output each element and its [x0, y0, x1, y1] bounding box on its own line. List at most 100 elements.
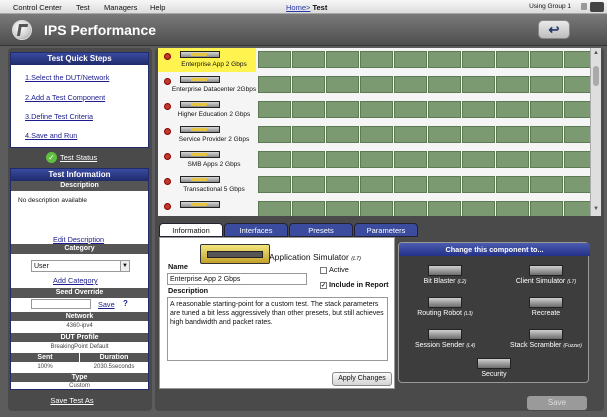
- interface-slot[interactable]: [462, 76, 495, 93]
- interface-slot[interactable]: [530, 176, 563, 193]
- interface-slot[interactable]: [462, 151, 495, 168]
- interface-slot[interactable]: [394, 76, 427, 93]
- interface-slot[interactable]: [292, 176, 325, 193]
- interface-slot[interactable]: [428, 51, 461, 68]
- step-define-criteria[interactable]: 3.Define Test Criteria: [25, 112, 93, 121]
- interface-slot[interactable]: [428, 201, 461, 216]
- interface-slot[interactable]: [326, 101, 359, 118]
- interface-slot[interactable]: [258, 176, 291, 193]
- menu-help[interactable]: Help: [150, 3, 165, 12]
- interface-slot[interactable]: [360, 51, 393, 68]
- interface-slot[interactable]: [360, 201, 393, 216]
- interface-slot[interactable]: [530, 126, 563, 143]
- interface-slot[interactable]: [326, 126, 359, 143]
- scroll-down-icon[interactable]: ▼: [592, 206, 600, 214]
- edit-description-link[interactable]: Edit Description: [53, 235, 104, 244]
- session-sender-option[interactable]: Session Sender (L4): [415, 329, 475, 349]
- scroll-thumb[interactable]: [593, 66, 599, 86]
- grid-scrollbar[interactable]: ▲ ▼: [590, 48, 601, 216]
- add-category-link[interactable]: Add Category: [53, 276, 98, 285]
- interface-slot[interactable]: [394, 51, 427, 68]
- interface-slot[interactable]: [360, 101, 393, 118]
- step-add-component[interactable]: 2.Add a Test Component: [25, 93, 105, 102]
- interface-slot[interactable]: [326, 201, 359, 216]
- interface-slot[interactable]: [564, 51, 590, 68]
- interface-slot[interactable]: [258, 126, 291, 143]
- remove-component-icon[interactable]: [164, 128, 171, 135]
- interface-slot[interactable]: [394, 176, 427, 193]
- component-row[interactable]: Enterprise Datacenter 2Gbps: [158, 73, 590, 97]
- interface-slot[interactable]: [326, 151, 359, 168]
- save-button[interactable]: Save: [527, 396, 587, 410]
- seed-override-input[interactable]: [31, 299, 91, 309]
- interface-slot[interactable]: [496, 201, 529, 216]
- interface-slot[interactable]: [564, 101, 590, 118]
- interface-slot[interactable]: [462, 51, 495, 68]
- interface-slot[interactable]: [326, 176, 359, 193]
- interface-slot[interactable]: [530, 151, 563, 168]
- interface-slot[interactable]: [394, 151, 427, 168]
- interface-slot[interactable]: [360, 126, 393, 143]
- menu-test[interactable]: Test: [76, 3, 90, 12]
- menu-control-center[interactable]: Control Center: [13, 3, 62, 12]
- help-icon[interactable]: ?: [123, 299, 128, 308]
- interface-slot[interactable]: [258, 51, 291, 68]
- tab-information[interactable]: Information: [159, 223, 223, 237]
- interface-slot[interactable]: [496, 51, 529, 68]
- interface-slot[interactable]: [428, 126, 461, 143]
- interface-slot[interactable]: [326, 76, 359, 93]
- tab-parameters[interactable]: Parameters: [354, 223, 418, 237]
- interface-slot[interactable]: [530, 201, 563, 216]
- description-textarea[interactable]: A reasonable starting-point for a custom…: [167, 297, 388, 361]
- interface-slot[interactable]: [428, 176, 461, 193]
- interface-slot[interactable]: [394, 126, 427, 143]
- interface-slot[interactable]: [496, 126, 529, 143]
- interface-slot[interactable]: [394, 201, 427, 216]
- component-row[interactable]: Service Provider 2 Gbps: [158, 123, 590, 147]
- step-select-dut[interactable]: 1.Select the DUT/Network: [25, 73, 109, 82]
- interface-slot[interactable]: [496, 76, 529, 93]
- remove-component-icon[interactable]: [164, 203, 171, 210]
- interface-slot[interactable]: [258, 201, 291, 216]
- scroll-up-icon[interactable]: ▲: [592, 50, 600, 58]
- save-test-as-link[interactable]: Save Test As: [28, 396, 116, 405]
- interface-slot[interactable]: [564, 176, 590, 193]
- remove-component-icon[interactable]: [164, 53, 171, 60]
- interface-slot[interactable]: [258, 76, 291, 93]
- name-input[interactable]: Enterprise App 2 Gbps: [167, 273, 307, 285]
- interface-slot[interactable]: [360, 76, 393, 93]
- remove-component-icon[interactable]: [164, 78, 171, 85]
- interface-slot[interactable]: [462, 201, 495, 216]
- interface-slot[interactable]: [428, 151, 461, 168]
- component-row[interactable]: [158, 198, 590, 216]
- include-in-report-checkbox[interactable]: ✓ Include in Report: [320, 280, 389, 289]
- interface-slot[interactable]: [530, 76, 563, 93]
- security-option[interactable]: Security: [464, 358, 524, 378]
- test-status-link[interactable]: ✓ Test Status: [46, 152, 97, 163]
- interface-slot[interactable]: [496, 176, 529, 193]
- component-row[interactable]: Higher Education 2 Gbps: [158, 98, 590, 122]
- interface-slot[interactable]: [462, 126, 495, 143]
- interface-slot[interactable]: [292, 51, 325, 68]
- interface-slot[interactable]: [258, 151, 291, 168]
- interface-slot[interactable]: [292, 101, 325, 118]
- remove-component-icon[interactable]: [164, 178, 171, 185]
- interface-slot[interactable]: [530, 51, 563, 68]
- interface-slot[interactable]: [496, 151, 529, 168]
- interface-slot[interactable]: [428, 101, 461, 118]
- interface-slot[interactable]: [462, 101, 495, 118]
- routing-robot-option[interactable]: Routing Robot (L3): [415, 297, 475, 317]
- interface-slot[interactable]: [394, 101, 427, 118]
- back-button[interactable]: ↩: [538, 20, 570, 39]
- interface-slot[interactable]: [496, 101, 529, 118]
- apply-changes-button[interactable]: Apply Changes: [332, 372, 392, 386]
- seed-save-link[interactable]: Save: [98, 300, 115, 309]
- lock-icon[interactable]: [581, 3, 587, 10]
- stack-scrambler-option[interactable]: Stack Scrambler (Fuzzer): [507, 329, 585, 349]
- interface-slot[interactable]: [564, 76, 590, 93]
- client-simulator-option[interactable]: Client Simulator (L7): [511, 265, 581, 285]
- step-save-run[interactable]: 4.Save and Run: [25, 131, 77, 140]
- interface-slot[interactable]: [292, 151, 325, 168]
- breadcrumb-home[interactable]: Home>: [286, 3, 310, 12]
- interface-slot[interactable]: [530, 101, 563, 118]
